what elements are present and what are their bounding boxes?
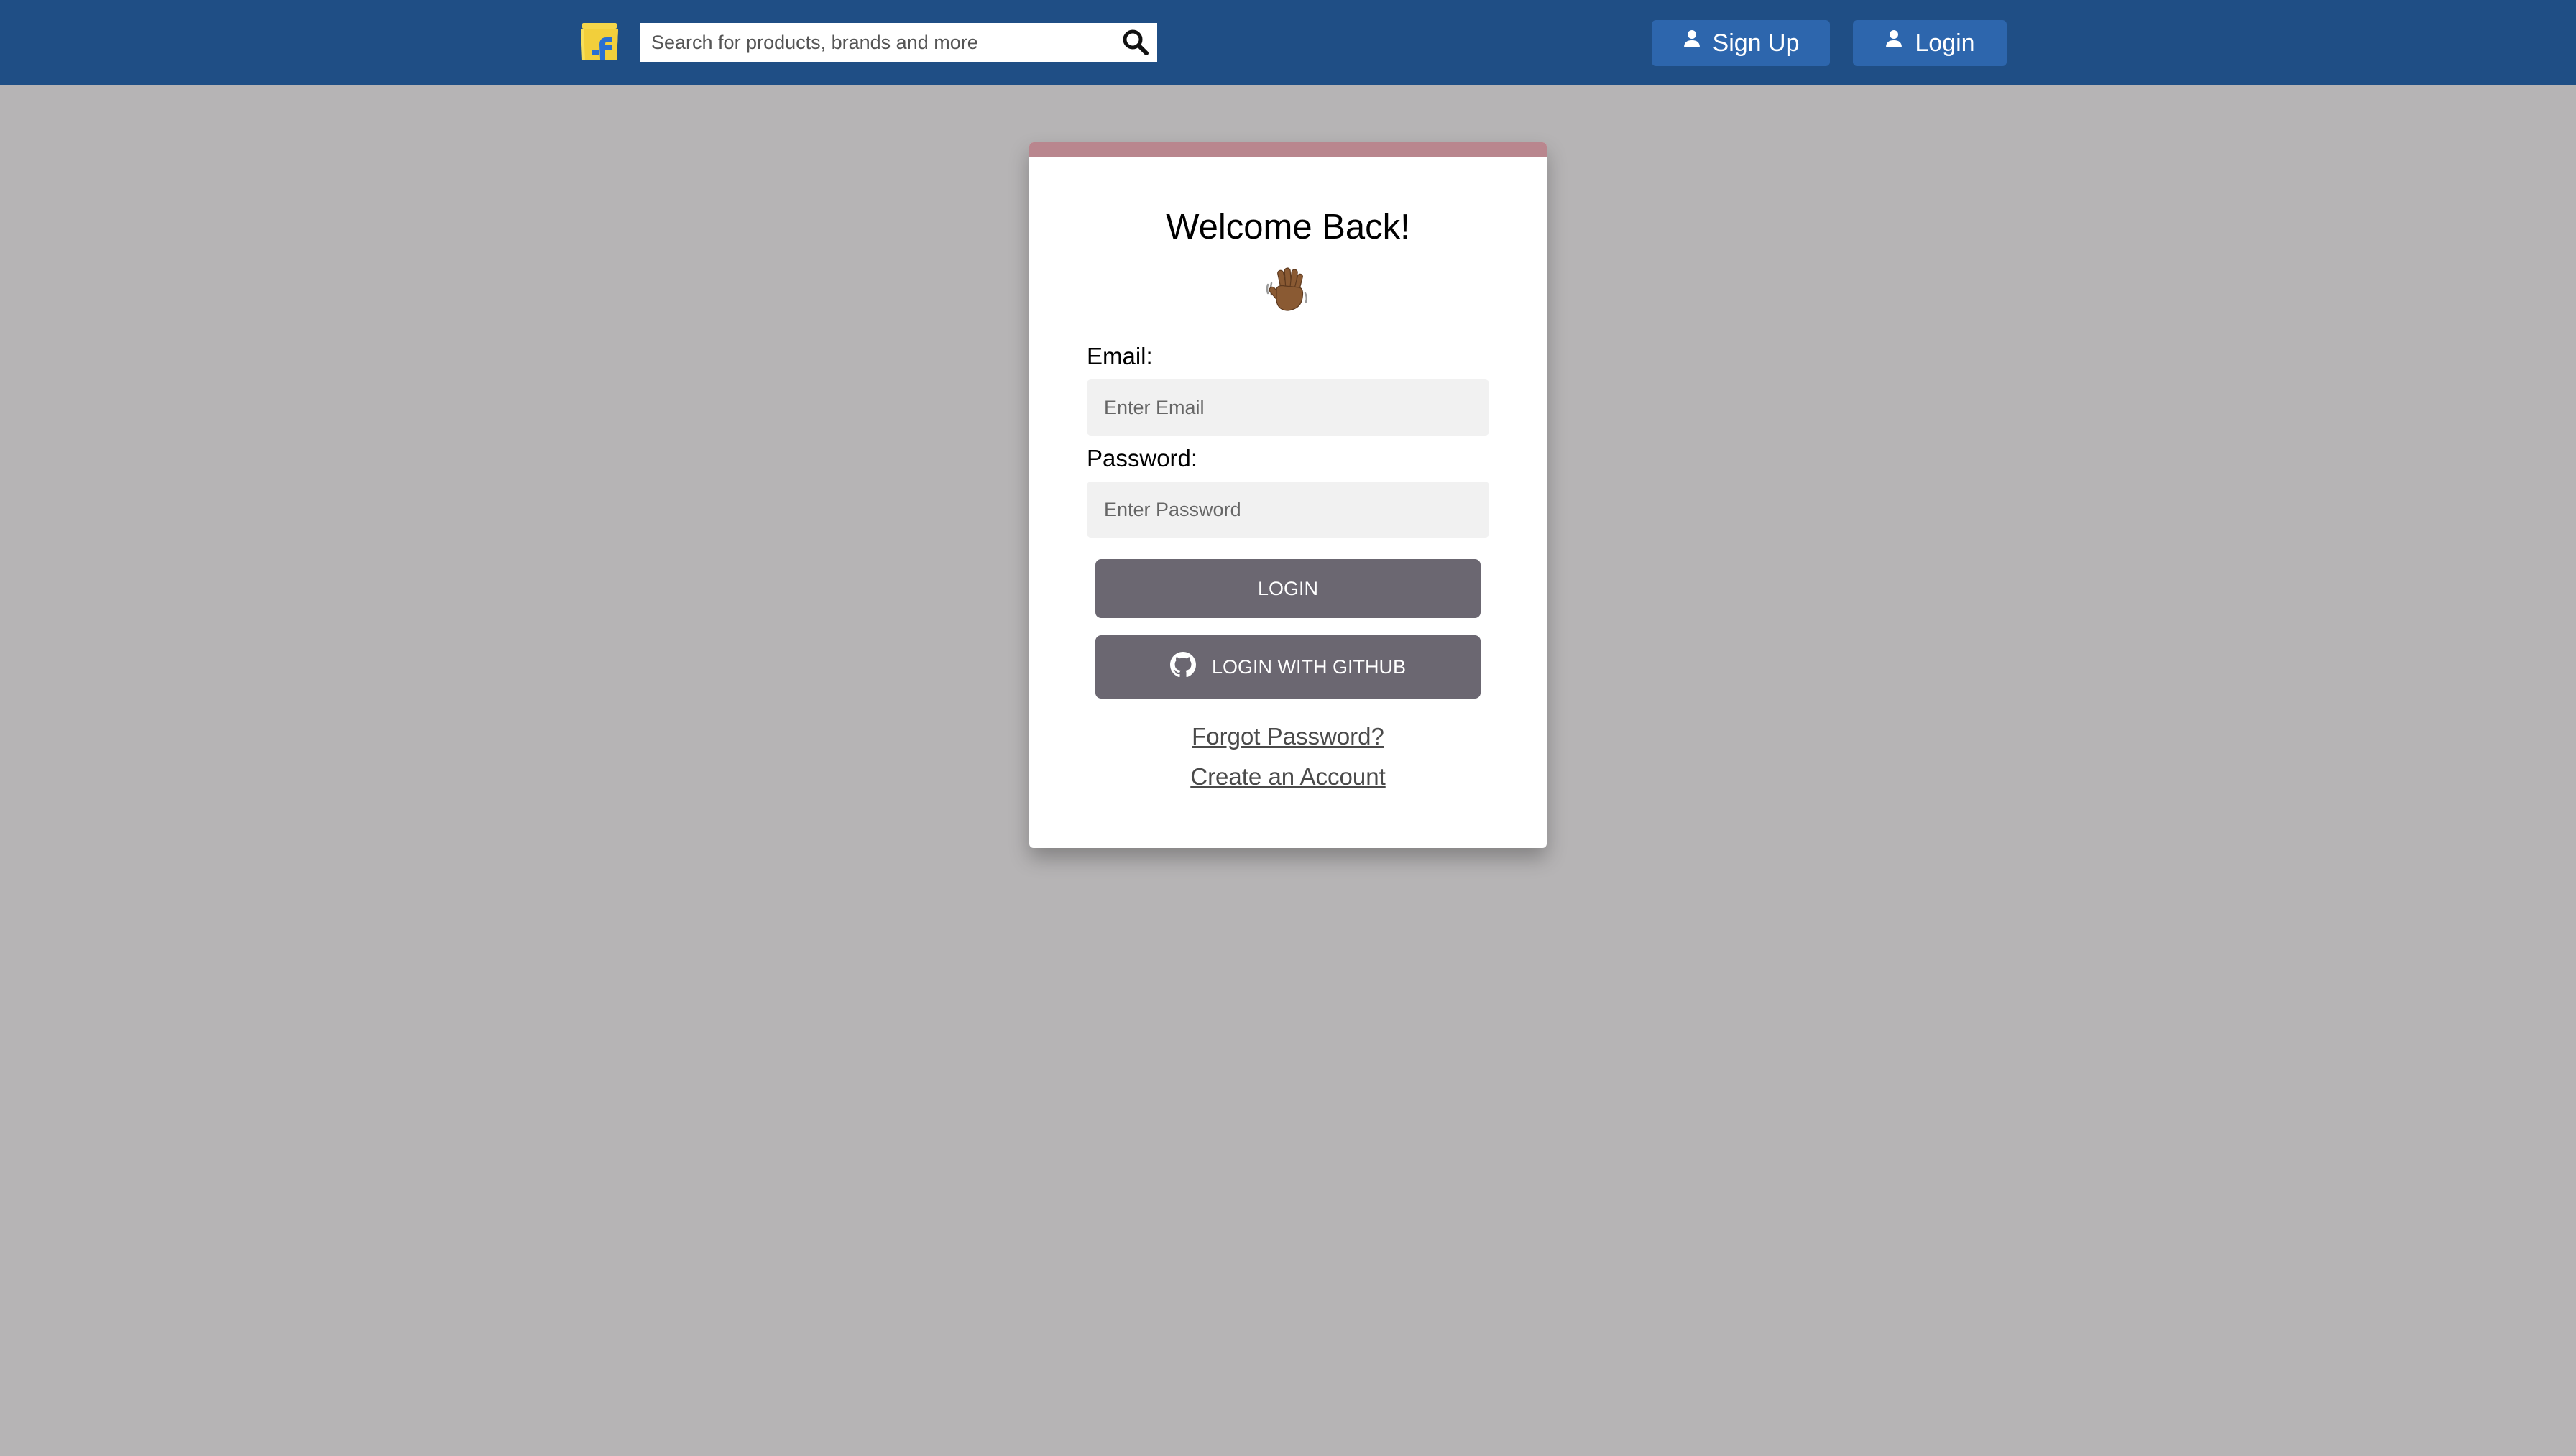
shopping-bag-logo-icon[interactable] [578, 19, 621, 62]
card-accent-bar [1029, 142, 1547, 157]
search-bar [640, 23, 1157, 62]
login-nav-button[interactable]: Login [1853, 20, 2007, 66]
forgot-password-link[interactable]: Forgot Password? [1192, 723, 1384, 750]
login-button-label: Login [1257, 577, 1319, 599]
forgot-password-link-row: Forgot Password? [1029, 723, 1547, 750]
top-navbar: Sign Up Login [0, 0, 2576, 85]
signup-label: Sign Up [1712, 29, 1800, 57]
password-field[interactable] [1087, 482, 1489, 538]
page-title: Welcome Back! [1166, 208, 1410, 246]
create-account-link[interactable]: Create an Account [1190, 763, 1386, 790]
email-label: Email: [1087, 343, 1153, 369]
login-nav-label: Login [1915, 29, 1975, 57]
password-label: Password: [1087, 445, 1198, 471]
login-with-github-button[interactable]: Login with GitHub [1095, 635, 1481, 699]
waving-hand-icon [1266, 267, 1308, 311]
signup-button[interactable]: Sign Up [1652, 20, 1830, 66]
user-icon [1886, 30, 1903, 47]
search-icon[interactable] [1121, 28, 1150, 57]
email-field[interactable] [1087, 379, 1489, 436]
github-icon [1170, 652, 1196, 678]
search-input[interactable] [640, 23, 1100, 62]
login-button[interactable]: Login [1095, 559, 1481, 618]
create-account-link-row: Create an Account [1029, 763, 1547, 791]
login-card: Welcome Back! Email: Password: Login Log… [1029, 142, 1547, 848]
user-icon [1683, 30, 1700, 47]
github-button-label: Login with GitHub [1212, 655, 1406, 678]
